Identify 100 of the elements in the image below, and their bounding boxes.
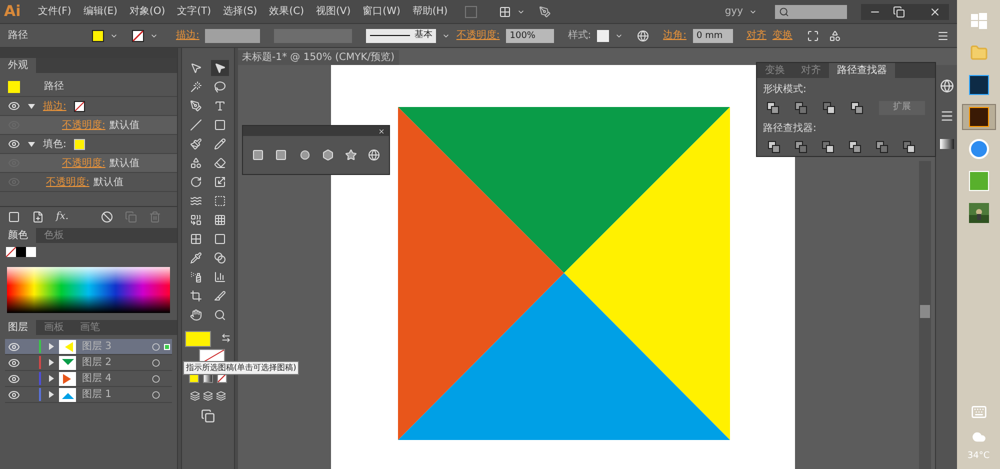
star-icon[interactable]	[344, 149, 357, 161]
layer-name[interactable]: 图层 3	[82, 339, 152, 354]
fill-swatch[interactable]	[92, 30, 104, 42]
style-swatch[interactable]	[597, 30, 610, 42]
corner-field[interactable]: 0 mm	[692, 28, 732, 42]
lines-icon[interactable]	[940, 109, 954, 123]
stroke-link[interactable]: 描边:	[176, 28, 200, 43]
restore-icon[interactable]	[893, 6, 905, 18]
user-name[interactable]: gyy	[724, 4, 743, 19]
variable-width-field[interactable]	[274, 28, 352, 42]
draw-mode-icon[interactable]	[203, 391, 213, 401]
layer-row[interactable]: 图层 1	[5, 387, 172, 403]
document-tab[interactable]: 未标题-1* @ 150% (CMYK/预览)	[238, 50, 399, 65]
close-icon[interactable]	[378, 128, 385, 134]
fill-swatch[interactable]	[185, 331, 211, 347]
panel-tab[interactable]: 图层	[0, 320, 36, 335]
shape-mode-button[interactable]	[823, 101, 835, 115]
layer-row[interactable]: 图层 3	[5, 339, 172, 355]
layer-row[interactable]: 图层 4	[5, 371, 172, 387]
clear-icon[interactable]	[100, 210, 113, 222]
opacity-link[interactable]: 不透明度:	[456, 28, 500, 43]
pathfinder-button[interactable]	[875, 140, 889, 154]
color-swatch[interactable]	[16, 247, 26, 257]
layer-name[interactable]: 图层 1	[82, 387, 152, 402]
disclosure-triangle-icon[interactable]	[48, 343, 55, 350]
menu-item[interactable]: 文字(T)	[174, 4, 214, 19]
pathfinder-button[interactable]	[821, 140, 835, 154]
transform-link[interactable]: 变换	[772, 28, 792, 43]
new-item-icon[interactable]	[32, 210, 44, 222]
panel-tab[interactable]: 画板	[36, 320, 72, 335]
none-swatch-icon[interactable]	[6, 247, 16, 257]
rounded-rectangle-icon[interactable]	[274, 149, 287, 161]
menu-item[interactable]: 对象(O)	[126, 4, 168, 19]
panel-tab[interactable]: 变换	[757, 63, 793, 78]
draw-mode-icon[interactable]	[190, 391, 200, 401]
disclosure-triangle-icon[interactable]	[28, 102, 35, 110]
disclosure-triangle-icon[interactable]	[48, 391, 55, 398]
square-icon[interactable]	[8, 210, 20, 222]
panel-menu-icon[interactable]	[937, 30, 949, 42]
close-icon[interactable]	[929, 6, 941, 18]
scrollbar[interactable]	[919, 161, 931, 469]
layer-name[interactable]: 图层 2	[82, 355, 152, 370]
panel-tab[interactable]: 画笔	[72, 320, 108, 335]
disclosure-triangle-icon[interactable]	[28, 140, 35, 148]
gradient-icon[interactable]	[940, 139, 954, 149]
pathfinder-button[interactable]	[767, 140, 781, 154]
stroke-link[interactable]: 描边:	[43, 98, 66, 114]
isolate-icon[interactable]	[806, 30, 818, 42]
color-spectrum[interactable]	[7, 267, 170, 313]
eye-icon[interactable]	[8, 372, 20, 384]
opacity-field[interactable]: 100%	[506, 28, 554, 42]
layer-name[interactable]: 图层 4	[82, 371, 152, 386]
taskbar-button[interactable]	[962, 104, 996, 130]
search-field[interactable]	[775, 4, 847, 18]
menu-item[interactable]: 帮助(H)	[409, 4, 451, 19]
panel-tab[interactable]: 路径查找器	[829, 63, 895, 78]
menu-item[interactable]: 选择(S)	[220, 4, 260, 19]
sphere-icon[interactable]	[940, 79, 954, 93]
fx-button[interactable]: fx.	[56, 209, 69, 224]
disclosure-triangle-icon[interactable]	[48, 359, 55, 366]
screen-mode-icon[interactable]	[201, 409, 215, 423]
brush-definition-field[interactable]: 基本	[366, 28, 436, 42]
disclosure-triangle-icon[interactable]	[48, 375, 55, 382]
shape-mode-button[interactable]	[767, 101, 779, 115]
layout-icon[interactable]	[498, 6, 511, 18]
opacity-link[interactable]: 不透明度:	[62, 118, 106, 132]
menu-item[interactable]: 窗口(W)	[360, 4, 404, 19]
eye-icon[interactable]	[8, 388, 20, 400]
no-stroke-swatch-icon[interactable]	[74, 100, 86, 112]
panel-tab[interactable]: 外观	[0, 58, 36, 73]
align-link[interactable]: 对齐	[746, 28, 766, 43]
shape-mode-button[interactable]	[851, 101, 863, 115]
pathfinder-button[interactable]	[794, 140, 808, 154]
opacity-link[interactable]: 不透明度:	[62, 156, 106, 170]
swap-icon[interactable]	[221, 333, 231, 343]
menu-item[interactable]: 视图(V)	[313, 4, 354, 19]
draw-mode-icon[interactable]	[216, 391, 226, 401]
eye-icon[interactable]	[8, 356, 20, 368]
panel-tab[interactable]: 颜色	[0, 228, 36, 243]
shape-mode-button[interactable]	[795, 101, 807, 115]
corner-link[interactable]: 边角:	[663, 28, 686, 43]
opacity-link[interactable]: 不透明度:	[46, 174, 90, 190]
menu-item[interactable]: 效果(C)	[266, 4, 308, 19]
color-swatch[interactable]	[26, 247, 36, 257]
pathfinder-button[interactable]	[902, 140, 916, 154]
eye-icon[interactable]	[8, 100, 20, 112]
panel-tab[interactable]: 色板	[36, 228, 72, 243]
panel-tab[interactable]: 对齐	[793, 63, 829, 78]
polygon-icon[interactable]	[322, 149, 334, 161]
ellipse-icon[interactable]	[298, 150, 312, 160]
pathfinder-button[interactable]	[848, 140, 862, 154]
layer-row[interactable]: 图层 2	[5, 355, 172, 371]
eye-icon[interactable]	[8, 138, 20, 150]
stroke-weight-field[interactable]	[205, 28, 260, 42]
rectangle-icon[interactable]	[252, 149, 264, 161]
shape-options-icon[interactable]	[828, 30, 840, 42]
no-stroke-swatch-icon[interactable]	[132, 30, 144, 42]
tool-button[interactable]	[211, 60, 229, 76]
menu-item[interactable]: 编辑(E)	[80, 4, 120, 19]
menu-item[interactable]: 文件(F)	[34, 4, 74, 19]
